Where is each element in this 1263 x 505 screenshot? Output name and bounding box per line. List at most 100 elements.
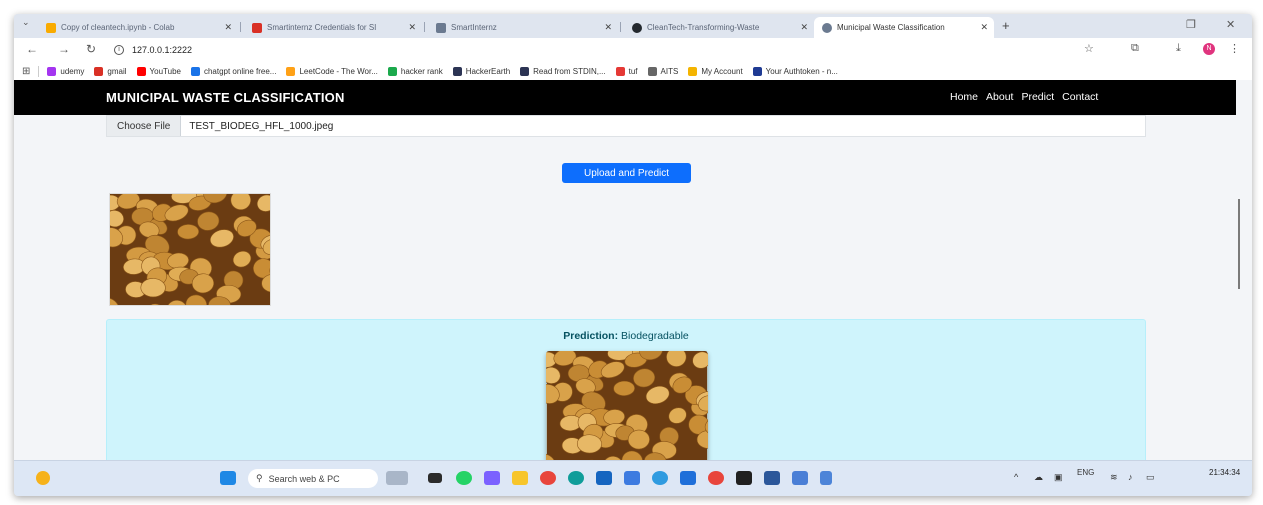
new-tab-icon[interactable]: + [1002, 18, 1010, 33]
bookmark-item[interactable]: AITS [647, 66, 679, 76]
tab-gmail[interactable]: Smartinternz Credentials for SI ✕ [244, 17, 422, 38]
weather-icon[interactable] [36, 471, 50, 485]
app-icon[interactable] [652, 471, 668, 485]
bookmark-label: Read from STDIN,... [533, 66, 606, 76]
potatoes-image [110, 194, 270, 305]
address-toolbar: ← → ↻ i 127.0.0.1:2222 ☆ ⧉ ⤓ N ⋮ [14, 38, 1252, 62]
task-view-icon[interactable] [428, 473, 442, 483]
close-icon[interactable]: ✕ [224, 22, 232, 33]
close-icon[interactable]: ✕ [980, 22, 988, 33]
search-icon: ⚲ [256, 473, 263, 483]
windows-start-icon[interactable] [220, 471, 236, 485]
upload-and-predict-button[interactable]: Upload and Predict [562, 163, 691, 183]
terminal-icon[interactable] [736, 471, 752, 485]
reload-icon[interactable]: ↻ [86, 42, 96, 56]
volume-icon[interactable]: ♪ [1128, 472, 1133, 482]
taskbar-clock[interactable]: 21:34:34 [1209, 468, 1240, 478]
edge-icon[interactable] [568, 471, 584, 485]
widget-icon[interactable] [386, 471, 408, 485]
close-icon[interactable]: ✕ [408, 22, 416, 33]
bookmark-favicon-icon [615, 66, 625, 76]
store-icon[interactable] [596, 471, 612, 485]
bookmark-label: udemy [60, 66, 85, 76]
profile-avatar[interactable]: N [1203, 43, 1215, 55]
bookmark-item[interactable]: LeetCode - The Wor... [286, 66, 378, 76]
nav-home[interactable]: Home [950, 91, 978, 103]
uploaded-image-preview [109, 193, 271, 306]
bookmark-item[interactable]: tuf [615, 66, 638, 76]
bookmark-item[interactable]: YouTube [136, 66, 181, 76]
bookmark-list: udemy gmail YouTube chatgpt online free... L… [47, 66, 847, 76]
file-explorer-icon[interactable] [512, 471, 528, 485]
colab-icon [46, 22, 56, 33]
app-icon[interactable] [680, 471, 696, 485]
close-icon[interactable]: ✕ [800, 22, 808, 33]
bookmark-label: LeetCode - The Wor... [299, 66, 378, 76]
language-indicator[interactable]: ENG [1077, 468, 1094, 477]
bookmarks-bar: ⊞ udemy gmail YouTube chatgpt online free..… [14, 62, 1252, 80]
bookmark-item[interactable]: gmail [94, 66, 127, 76]
tab-search-icon[interactable]: ⌄ [22, 17, 30, 28]
bookmark-item[interactable]: chatgpt online free... [190, 66, 277, 76]
choose-file-button[interactable]: Choose File [107, 116, 182, 136]
bookmark-favicon-icon [286, 66, 296, 76]
bookmark-item[interactable]: My Account [688, 66, 743, 76]
battery-icon[interactable]: ▭ [1146, 472, 1155, 483]
bookmark-item[interactable]: hacker rank [387, 66, 443, 76]
prediction-value: Biodegradable [621, 330, 689, 342]
tab-colab[interactable]: Copy of cleantech.ipynb - Colab ✕ [38, 17, 238, 38]
address-bar[interactable]: i 127.0.0.1:2222 [114, 41, 1114, 59]
bookmark-label: AITS [660, 66, 679, 76]
chrome-icon[interactable] [708, 471, 724, 485]
tab-title: Copy of cleantech.ipynb - Colab [61, 23, 175, 32]
extensions-icon[interactable]: ⧉ [1131, 42, 1139, 55]
bookmark-favicon-icon [190, 66, 200, 76]
scrollbar-thumb[interactable] [1238, 199, 1240, 289]
cloud-icon[interactable]: ☁ [1034, 472, 1043, 483]
close-icon[interactable]: ✕ [604, 22, 612, 33]
chevron-up-icon[interactable]: ^ [1014, 472, 1018, 482]
forward-icon[interactable]: → [58, 42, 70, 56]
wifi-icon[interactable]: ≋ [1110, 472, 1118, 483]
network-app-icon[interactable]: ▣ [1054, 472, 1063, 483]
tab-title: Smartinternz Credentials for SI [267, 23, 377, 32]
bookmark-star-icon[interactable]: ☆ [1084, 42, 1094, 55]
restore-icon[interactable]: ❐ [1186, 18, 1196, 31]
tab-municipal-waste[interactable]: Municipal Waste Classification ✕ [814, 17, 994, 38]
site-brand[interactable]: MUNICIPAL WASTE CLASSIFICATION [106, 90, 345, 105]
menu-icon[interactable]: ⋮ [1229, 42, 1240, 55]
site-info-icon[interactable]: i [114, 45, 124, 55]
bookmark-favicon-icon [136, 66, 146, 76]
web-page: MUNICIPAL WASTE CLASSIFICATION Home Abou… [14, 80, 1236, 460]
whatsapp-icon[interactable] [456, 471, 472, 485]
word-icon[interactable] [764, 471, 780, 485]
bookmark-label: YouTube [149, 66, 181, 76]
monitor-icon[interactable] [624, 471, 640, 485]
nav-contact[interactable]: Contact [1062, 91, 1098, 103]
bookmark-item[interactable]: Your Authtoken - n... [752, 66, 838, 76]
bookmark-label: chatgpt online free... [203, 66, 277, 76]
page-icon [436, 22, 446, 33]
photos-icon[interactable] [792, 471, 808, 485]
apps-grid-icon[interactable]: ⊞ [22, 66, 30, 77]
chrome-icon[interactable] [540, 471, 556, 485]
close-window-icon[interactable]: ✕ [1226, 18, 1235, 31]
bookmark-item[interactable]: udemy [47, 66, 85, 76]
tab-smartinternz[interactable]: SmartInternz ✕ [428, 17, 618, 38]
bookmark-favicon-icon [94, 66, 104, 76]
tab-title: SmartInternz [451, 23, 497, 32]
copilot-icon[interactable] [484, 471, 500, 485]
bookmark-label: Your Authtoken - n... [765, 66, 838, 76]
bookmark-favicon-icon [688, 66, 698, 76]
nav-about[interactable]: About [986, 91, 1013, 103]
tab-github[interactable]: CleanTech-Transforming-Waste ✕ [624, 17, 814, 38]
download-icon[interactable]: ⤓ [1176, 42, 1181, 55]
taskbar-search[interactable]: ⚲ Search web & PC [248, 469, 378, 488]
nav-predict[interactable]: Predict [1021, 91, 1054, 103]
calculator-icon[interactable] [820, 471, 832, 485]
clock-time: 21:34:34 [1209, 468, 1241, 477]
file-input[interactable]: Choose File TEST_BIODEG_HFL_1000.jpeg [106, 115, 1146, 137]
bookmark-item[interactable]: HackerEarth [452, 66, 510, 76]
bookmark-item[interactable]: Read from STDIN,... [520, 66, 606, 76]
back-icon[interactable]: ← [26, 42, 38, 56]
